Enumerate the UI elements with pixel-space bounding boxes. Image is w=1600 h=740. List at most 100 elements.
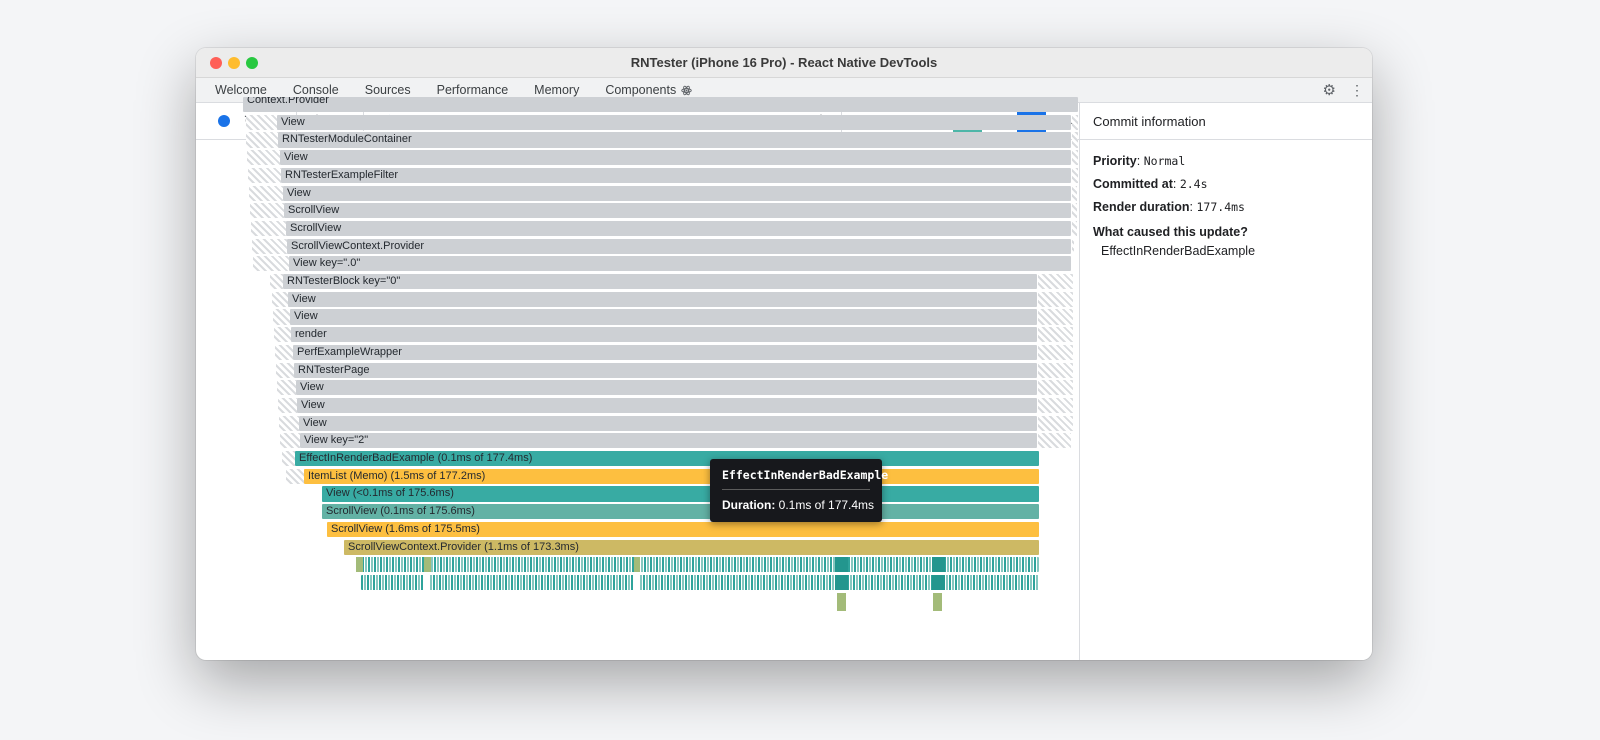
- self-duration-hatch: [1038, 309, 1073, 325]
- self-duration-hatch: [280, 433, 300, 449]
- flame-bar[interactable]: ScrollView: [286, 220, 1071, 237]
- flame-bar[interactable]: ScrollView (1.6ms of 175.5ms): [327, 521, 1039, 537]
- flame-bar[interactable]: RNTesterPage: [294, 362, 1037, 378]
- flame-bar-label: ScrollView (1.6ms of 175.5ms): [331, 522, 480, 535]
- self-duration-hatch: [247, 150, 280, 166]
- flame-bar-label: View: [294, 310, 318, 323]
- self-duration-hatch: [1038, 344, 1073, 360]
- flame-bar-label: ScrollViewContext.Provider: [291, 239, 425, 252]
- self-duration-hatch: [279, 415, 299, 431]
- flame-micro-bar[interactable]: [933, 592, 942, 611]
- flame-bar-label: View: [287, 186, 311, 199]
- self-duration-hatch: [270, 274, 283, 290]
- flame-bar[interactable]: EffectInRenderBadExample (0.1ms of 177.4…: [295, 451, 1039, 467]
- self-duration-hatch: [1038, 291, 1073, 307]
- self-duration-hatch: [1038, 380, 1073, 396]
- flame-micro-bar[interactable]: [932, 557, 945, 573]
- flame-bar[interactable]: View: [280, 150, 1071, 166]
- flame-bar-label: View: [301, 398, 325, 411]
- flame-bar[interactable]: View: [297, 397, 1037, 414]
- self-duration-hatch: [1072, 238, 1074, 254]
- flame-bar[interactable]: ItemList (Memo) (1.5ms of 177.2ms): [304, 468, 1039, 484]
- flame-bar[interactable]: View: [296, 380, 1037, 396]
- flame-bar[interactable]: ScrollView: [284, 203, 1071, 219]
- flame-micro-bar[interactable]: [424, 574, 430, 591]
- self-duration-hatch: [1072, 185, 1077, 201]
- flame-bar-label: RNTesterExampleFilter: [285, 168, 399, 181]
- flame-bar[interactable]: View: [299, 415, 1037, 431]
- flame-bar[interactable]: ScrollView (0.1ms of 175.6ms): [322, 504, 1039, 520]
- flame-bar-label: Context.Provider: [247, 97, 329, 106]
- self-duration-hatch: [1038, 433, 1071, 449]
- self-duration-hatch: [249, 185, 283, 201]
- self-duration-hatch: [278, 397, 297, 414]
- flame-micro-bar[interactable]: [634, 557, 640, 573]
- flame-bar[interactable]: RNTesterBlock key="0": [283, 274, 1037, 290]
- flame-micro-bar[interactable]: [356, 557, 363, 573]
- flame-bar-label: ScrollViewContext.Provider (1.1ms of 173…: [348, 540, 579, 553]
- flame-micro-bar[interactable]: [835, 557, 848, 573]
- flame-bar-label: RNTesterBlock key="0": [287, 275, 401, 287]
- flame-bar[interactable]: RNTesterExampleFilter: [281, 167, 1071, 183]
- flame-bar[interactable]: View key="2": [300, 433, 1037, 449]
- self-duration-hatch: [248, 167, 281, 183]
- update-cause-label: What caused this update?: [1093, 225, 1248, 239]
- devtools-window: RNTester (iPhone 16 Pro) - React Native …: [196, 48, 1372, 660]
- flame-bar[interactable]: PerfExampleWrapper: [293, 344, 1037, 360]
- render-duration-field: Render duration: 177.4ms: [1093, 200, 1245, 214]
- flame-micro-bar[interactable]: [424, 557, 431, 573]
- window-title: RNTester (iPhone 16 Pro) - React Native …: [630, 55, 938, 70]
- flame-bar-label: View key=".0": [293, 257, 361, 270]
- flame-bar[interactable]: ScrollViewContext.Provider (1.1ms of 173…: [344, 539, 1039, 555]
- flame-micro-bar[interactable]: [837, 592, 846, 611]
- flame-bar[interactable]: RNTesterModuleContainer: [278, 132, 1071, 148]
- flame-bar-label: ScrollView: [288, 204, 340, 217]
- title-bar: RNTester (iPhone 16 Pro) - React Native …: [196, 48, 1372, 78]
- commit-info-panel: Commit information Priority: Normal Comm…: [1080, 103, 1372, 660]
- flame-bar[interactable]: ScrollViewContext.Provider: [287, 238, 1071, 254]
- self-duration-hatch: [1072, 220, 1077, 237]
- self-duration-hatch: [274, 327, 291, 343]
- flame-bar-label: RNTesterPage: [298, 363, 370, 376]
- flame-bar-label: ScrollView: [290, 221, 342, 234]
- flame-bar[interactable]: View: [290, 309, 1037, 325]
- self-duration-hatch: [1038, 362, 1073, 378]
- flame-micro-bar[interactable]: [835, 574, 848, 591]
- tooltip-component-name: EffectInRenderBadExample: [722, 468, 889, 482]
- self-duration-hatch: [246, 132, 278, 148]
- flame-tooltip: EffectInRenderBadExample Duration: 0.1ms…: [710, 459, 889, 522]
- flame-bar[interactable]: View: [277, 114, 1071, 130]
- flame-bar[interactable]: Context.Provider: [243, 97, 1078, 113]
- flame-bar[interactable]: View key=".0": [289, 256, 1071, 272]
- self-duration-hatch: [272, 291, 288, 307]
- tooltip-divider: [722, 489, 870, 490]
- self-duration-hatch: [1072, 132, 1078, 148]
- self-duration-hatch: [1038, 397, 1073, 414]
- tooltip-duration: Duration: 0.1ms of 177.4ms: [722, 498, 875, 512]
- flame-bar[interactable]: View (<0.1ms of 175.6ms): [322, 486, 1039, 502]
- self-duration-hatch: [275, 344, 293, 360]
- self-duration-hatch: [1038, 274, 1073, 290]
- self-duration-hatch: [253, 256, 289, 272]
- settings-icon[interactable]: ⚙: [1323, 83, 1336, 98]
- flame-bar-label: ItemList (Memo) (1.5ms of 177.2ms): [308, 469, 486, 482]
- flame-bar[interactable]: View: [288, 291, 1037, 307]
- self-duration-hatch: [250, 203, 284, 219]
- self-duration-hatch: [1072, 114, 1078, 130]
- self-duration-hatch: [276, 362, 294, 378]
- flame-bar-label: View (<0.1ms of 175.6ms): [326, 487, 454, 500]
- flamegraph: Context.Provider View RNTesterModuleContai…: [196, 96, 1079, 660]
- flame-bar[interactable]: View: [283, 185, 1071, 201]
- flame-bar-label: View: [303, 416, 327, 429]
- self-duration-hatch: [286, 468, 304, 484]
- flame-bar-label: View: [300, 381, 324, 394]
- flame-bar-label: View: [281, 115, 305, 128]
- flame-micro-bar[interactable]: [932, 574, 945, 591]
- self-duration-hatch: [1038, 327, 1073, 343]
- flame-bar[interactable]: render: [291, 327, 1037, 343]
- flame-bar-label: render: [295, 328, 327, 341]
- more-menu-icon[interactable]: ⋮: [1350, 82, 1364, 99]
- priority-field: Priority: Normal: [1093, 154, 1186, 168]
- flame-micro-bar[interactable]: [634, 574, 640, 591]
- update-cause-value[interactable]: EffectInRenderBadExample: [1093, 244, 1359, 258]
